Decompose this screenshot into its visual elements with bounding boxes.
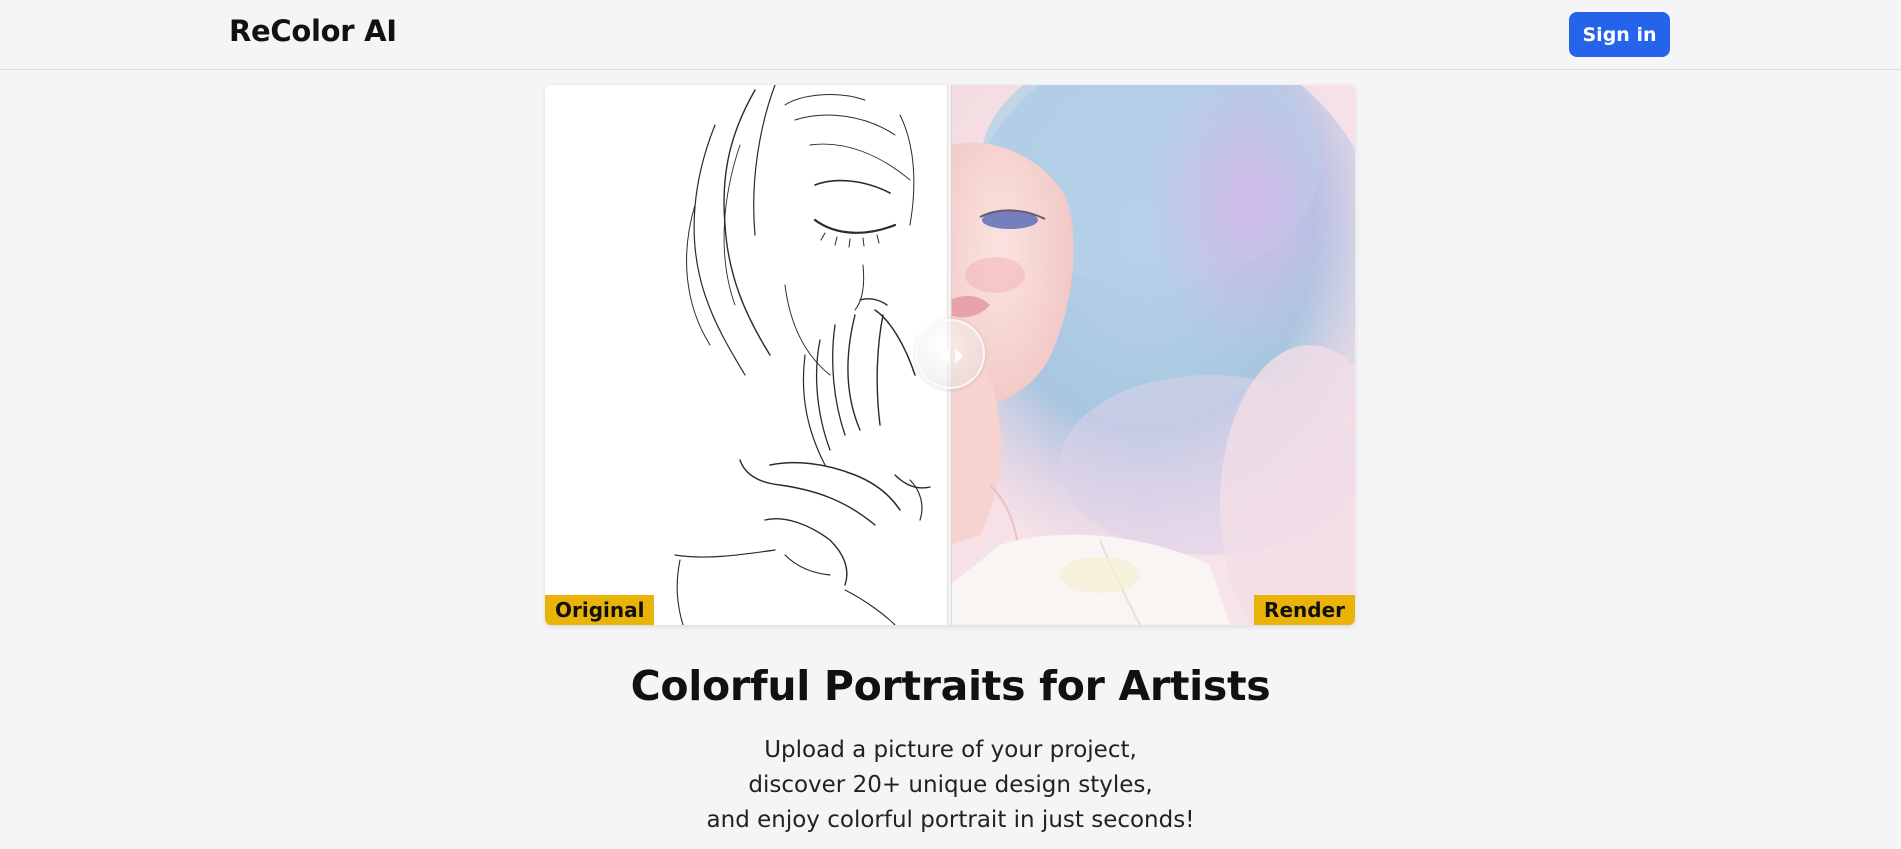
page-title: Colorful Portraits for Artists (630, 662, 1271, 710)
before-after-comparison[interactable]: Original Render (545, 85, 1355, 625)
render-label: Render (1254, 595, 1355, 625)
sign-in-button[interactable]: Sign in (1569, 12, 1670, 57)
brand-logo[interactable]: ReColor AI (229, 14, 397, 48)
original-label: Original (545, 595, 655, 625)
rendered-color-image (950, 85, 1355, 625)
hero-subtitle-line-3: and enjoy colorful portrait in just seco… (706, 807, 1195, 833)
hero-subtitle-line-2: discover 20+ unique design styles, (748, 772, 1153, 798)
top-header: ReColor AI Sign in (0, 0, 1901, 70)
comparison-slider-handle[interactable] (915, 319, 985, 389)
arrow-left-icon (941, 348, 949, 364)
original-sketch-image (545, 85, 950, 625)
arrow-right-icon (955, 348, 963, 364)
hero-subtitle-line-1: Upload a picture of your project, (764, 737, 1137, 763)
